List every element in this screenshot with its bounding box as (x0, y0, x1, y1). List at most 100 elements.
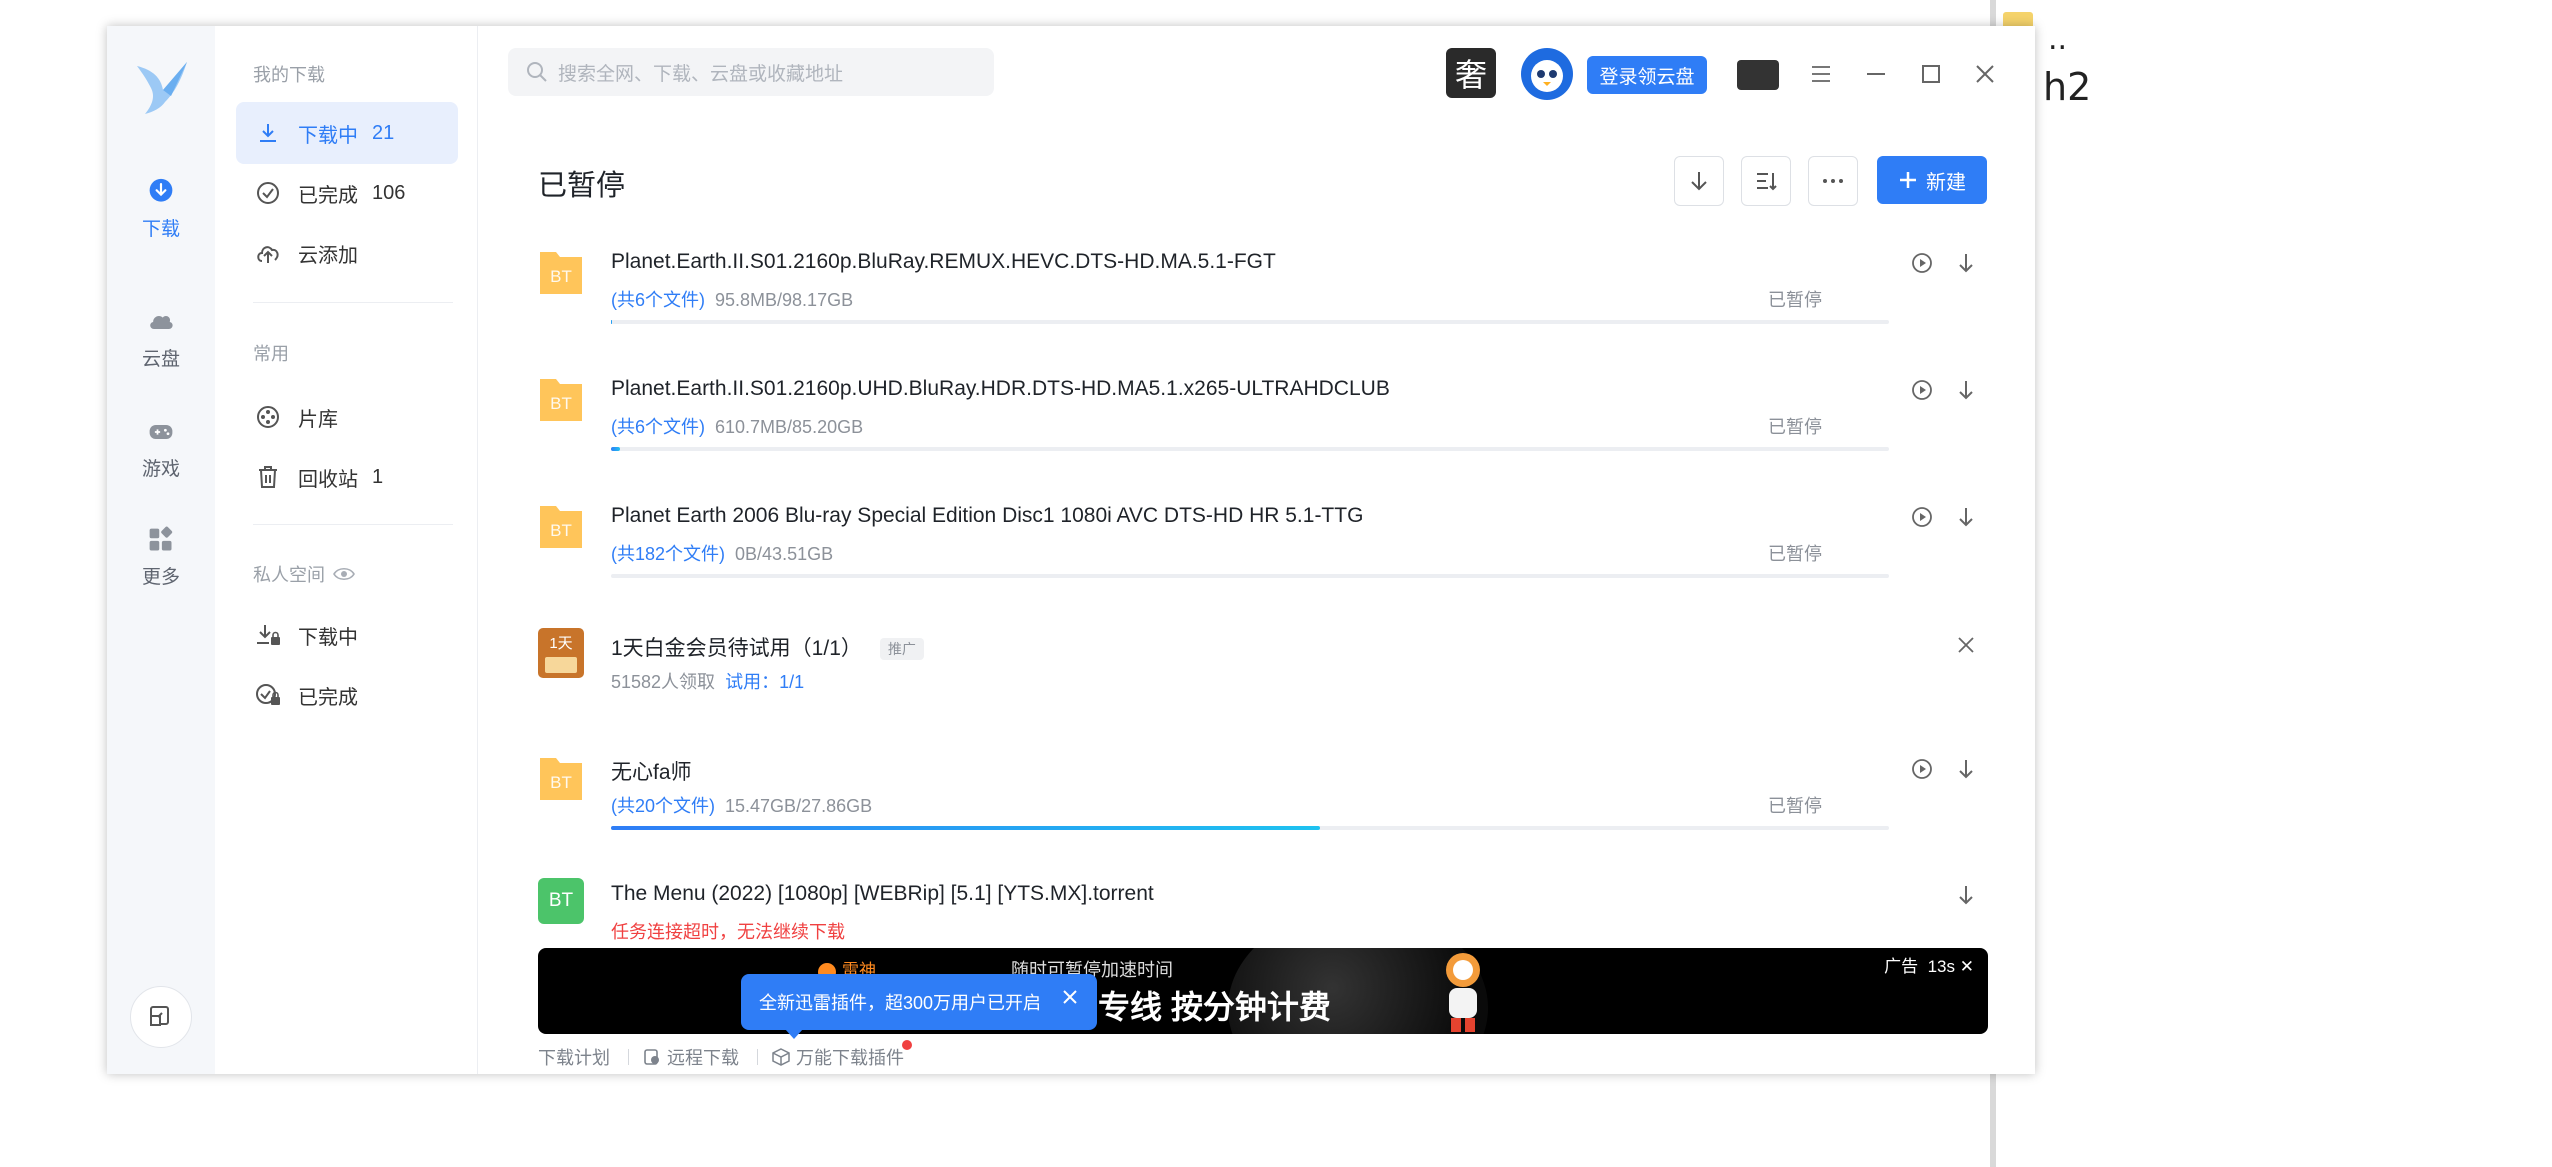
resume-button[interactable] (1951, 880, 1981, 910)
plus-icon (1900, 172, 1916, 188)
promo-tag: 推广 (879, 638, 924, 661)
close-button[interactable] (1969, 58, 2001, 90)
background-text: h2 (2043, 65, 2092, 109)
film-reel-icon (254, 403, 282, 431)
cloud-icon (150, 316, 173, 329)
bt-folder-icon: BT (540, 506, 582, 548)
download-plan-link[interactable]: 下载计划 (538, 1044, 610, 1070)
resume-button[interactable] (1951, 375, 1981, 405)
sort-icon (1757, 173, 1777, 191)
bt-label: BT (550, 773, 572, 792)
file-count-link[interactable]: (共20个文件) (611, 796, 715, 816)
minimize-button[interactable] (1860, 58, 1892, 90)
mini-mode-button[interactable] (130, 986, 192, 1048)
file-count-link[interactable]: (共182个文件) (611, 544, 725, 564)
left-rail: 下载 云盘 游戏 更多 (107, 26, 216, 1074)
play-circle-icon (1912, 253, 1932, 273)
task-row[interactable]: BT Planet Earth 2006 Blu-ray Special Edi… (538, 500, 1988, 610)
task-size: 0B/43.51GB (735, 544, 834, 564)
plugin-link[interactable]: 万能下载插件 (772, 1040, 912, 1070)
nav-private-downloading-label: 下载中 (298, 626, 358, 649)
rail-game[interactable]: 游戏 (107, 418, 215, 481)
search-placeholder: 搜索全网、下载、云盘或收藏地址 (558, 63, 844, 85)
login-button[interactable]: 登录领云盘 (1587, 56, 1707, 94)
tooltip-close-icon[interactable] (1061, 988, 1079, 1006)
file-count-link[interactable]: (共6个文件) (611, 417, 705, 437)
task-row[interactable]: BT 无心fa师 (共20个文件) 15.47GB/27.86GB 已暂停 (538, 752, 1988, 862)
more-dots-icon (1823, 179, 1843, 183)
promo-name: 1天白金会员待试用（1/1） 推广 (611, 632, 924, 662)
mini-window-icon (150, 1006, 169, 1026)
cube-icon (772, 1048, 790, 1066)
promo-trial-link[interactable]: 试用：1/1 (725, 672, 804, 692)
nav-library-label: 片库 (298, 408, 338, 431)
bt-label: BT (550, 521, 572, 540)
search-icon (527, 62, 547, 82)
download-arrow-icon (1691, 172, 1707, 191)
promo-close-button[interactable] (1951, 630, 1981, 660)
play-circle-icon (1912, 380, 1932, 400)
nav-library[interactable]: 片库 (236, 386, 458, 448)
bt-folder-icon: BT (540, 379, 582, 421)
divider (757, 1049, 758, 1065)
user-avatar[interactable]: 奢 (1446, 48, 1496, 98)
bird-avatar[interactable] (1521, 48, 1573, 100)
nav-cloud-add[interactable]: 云添加 (236, 222, 458, 284)
task-size: 15.47GB/27.86GB (725, 796, 873, 816)
rail-cloud[interactable]: 云盘 (107, 308, 215, 371)
rail-game-label: 游戏 (141, 459, 180, 480)
tooltip-arrow (785, 1029, 803, 1039)
nav-private-completed[interactable]: 已完成 (236, 664, 458, 726)
nav-recycle[interactable]: 回收站 1 (236, 446, 458, 508)
menu-button[interactable] (1805, 58, 1837, 90)
download-arrow-icon (1959, 760, 1973, 779)
plugin-tooltip: 全新迅雷插件，超300万用户已开启 (741, 974, 1097, 1039)
task-status: 已暂停 (1768, 417, 1822, 437)
nav-downloading[interactable]: 下载中 21 (236, 102, 458, 164)
new-task-label: 新建 (1926, 171, 1966, 194)
more-button[interactable] (1808, 156, 1858, 206)
promo-title: 1天白金会员待试用（1/1） (611, 637, 862, 660)
download-plan-label: 下载计划 (538, 1048, 610, 1068)
play-button[interactable] (1907, 502, 1937, 532)
play-button[interactable] (1907, 248, 1937, 278)
locked-download-icon (254, 621, 282, 649)
nav-private-downloading[interactable]: 下载中 (236, 604, 458, 666)
resume-button[interactable] (1951, 754, 1981, 784)
new-task-button[interactable]: 新建 (1877, 156, 1987, 204)
play-button[interactable] (1907, 375, 1937, 405)
plugin-label: 万能下载插件 (796, 1048, 904, 1068)
sort-button[interactable] (1741, 156, 1791, 206)
start-all-button[interactable] (1674, 156, 1724, 206)
vip-badge-icon[interactable] (1737, 60, 1779, 90)
maximize-button[interactable] (1915, 58, 1947, 90)
nav-completed[interactable]: 已完成 106 (236, 162, 458, 224)
progress-bar (611, 826, 1889, 830)
cloud-upload-icon (254, 239, 282, 267)
download-circle-icon (149, 178, 173, 202)
remote-download-link[interactable]: 远程下载 (643, 1044, 739, 1070)
task-meta: (共6个文件) 95.8MB/98.17GB (611, 286, 853, 312)
task-row[interactable]: BT Planet.Earth.II.S01.2160p.BluRay.REMU… (538, 246, 1988, 356)
maximize-icon (1922, 65, 1940, 83)
rail-more[interactable]: 更多 (107, 526, 215, 589)
resume-button[interactable] (1951, 502, 1981, 532)
task-status: 已暂停 (1768, 290, 1822, 310)
eye-icon[interactable] (333, 566, 355, 582)
play-button[interactable] (1907, 754, 1937, 784)
search-bar[interactable]: 搜索全网、下载、云盘或收藏地址 (508, 48, 994, 96)
rail-download[interactable]: 下载 (107, 102, 215, 241)
progress-fill (611, 447, 620, 451)
task-row[interactable]: BT Planet.Earth.II.S01.2160p.UHD.BluRay.… (538, 373, 1988, 483)
nav-downloading-count: 21 (372, 121, 395, 144)
promo-row[interactable]: 1天 1天白金会员待试用（1/1） 推广 51582人领取 试用：1/1 (538, 628, 1988, 738)
divider (628, 1049, 629, 1065)
file-count-link[interactable]: (共6个文件) (611, 290, 705, 310)
nav-recycle-count: 1 (372, 465, 384, 488)
footer-bar: 下载计划 远程下载 万能下载插件 (538, 1040, 922, 1070)
task-name: Planet.Earth.II.S01.2160p.UHD.BluRay.HDR… (611, 377, 1390, 400)
divider (253, 302, 453, 303)
resume-button[interactable] (1951, 248, 1981, 278)
rail-cloud-label: 云盘 (141, 349, 180, 370)
ad-close-icon[interactable]: ✕ (1960, 957, 1974, 976)
